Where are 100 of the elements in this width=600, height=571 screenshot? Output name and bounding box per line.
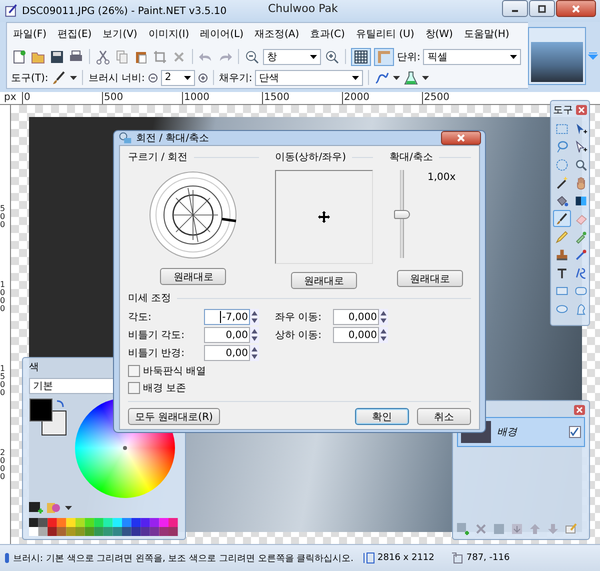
section-label: 구르기 / 회전 bbox=[128, 151, 188, 164]
palette-swatches[interactable] bbox=[29, 518, 179, 536]
hand-icon bbox=[574, 176, 588, 190]
close-icon bbox=[572, 4, 580, 12]
brush-icon bbox=[4, 552, 10, 564]
number-field[interactable]: 0,00 bbox=[204, 327, 250, 343]
caret-icon[interactable] bbox=[393, 76, 400, 80]
reset-button[interactable]: 원래대로 bbox=[160, 268, 226, 285]
section-label: 이동(상하/좌우) bbox=[274, 151, 346, 164]
grid-toggle[interactable] bbox=[351, 48, 371, 66]
menu-item[interactable]: 유틸리티 (U) bbox=[356, 27, 414, 42]
field-label: 좌우 이동: bbox=[275, 311, 323, 324]
section-label: 미세 조정 bbox=[128, 292, 172, 305]
unit-dropdown[interactable]: 픽셀 bbox=[423, 48, 522, 64]
close-button[interactable] bbox=[441, 131, 481, 145]
field-label: 비틀기 각도: bbox=[128, 329, 186, 342]
plus-icon[interactable] bbox=[198, 72, 208, 82]
image-thumbnail[interactable] bbox=[528, 26, 586, 84]
reset-all-button[interactable]: 모두 원래대로(R) bbox=[128, 408, 220, 425]
pan-area[interactable] bbox=[275, 170, 374, 264]
save-icon[interactable] bbox=[49, 48, 65, 64]
close-button[interactable] bbox=[556, 0, 596, 17]
fill-dropdown[interactable]: 단색 bbox=[255, 70, 364, 86]
crop-icon[interactable] bbox=[152, 48, 168, 64]
zoom-dropdown[interactable]: 창 bbox=[263, 48, 321, 64]
close-icon[interactable] bbox=[574, 405, 585, 415]
primary-secondary-color-icon[interactable] bbox=[29, 398, 69, 438]
menu-item[interactable]: 편집(E) bbox=[58, 27, 92, 42]
slider-thumb[interactable] bbox=[394, 210, 410, 218]
rulers-toggle[interactable] bbox=[374, 48, 394, 66]
flask-icon[interactable] bbox=[403, 70, 420, 86]
number-field[interactable]: 0,000 bbox=[333, 309, 379, 325]
new-file-icon[interactable] bbox=[11, 48, 27, 64]
caret-icon[interactable] bbox=[422, 76, 430, 80]
brush-width-dropdown[interactable]: 2 bbox=[160, 70, 195, 86]
section-label: 확대/축소 bbox=[389, 151, 433, 164]
number-field[interactable]: -7,00 bbox=[204, 309, 250, 325]
reset-button[interactable]: 원래대로 bbox=[397, 270, 464, 287]
paint-app-icon bbox=[4, 4, 18, 18]
menu-item[interactable]: 재조정(A) bbox=[254, 27, 300, 42]
move-icon bbox=[318, 211, 330, 223]
caret-icon[interactable] bbox=[70, 76, 78, 80]
cancel-button[interactable]: 취소 bbox=[417, 408, 471, 425]
spinner-arrows-icon[interactable] bbox=[250, 309, 259, 325]
ruler-icon bbox=[377, 50, 391, 64]
menu-item[interactable]: 이미지(I) bbox=[148, 27, 190, 42]
cut-icon[interactable] bbox=[95, 48, 111, 64]
arrow-plus-icon bbox=[574, 122, 588, 136]
ok-button[interactable]: 확인 bbox=[355, 408, 409, 425]
spinner-arrows-icon[interactable] bbox=[379, 327, 388, 343]
rotation-dial[interactable] bbox=[148, 170, 238, 260]
zoom-in-icon[interactable] bbox=[324, 48, 340, 64]
cursor-position-icon bbox=[451, 552, 464, 564]
menu-item[interactable]: 도움말(H) bbox=[464, 27, 510, 42]
menu-item[interactable]: 창(W) bbox=[425, 27, 453, 42]
spinner-arrows-icon[interactable] bbox=[250, 327, 259, 343]
tools-window-title: 도구 bbox=[553, 104, 573, 117]
spinner-arrows-icon[interactable] bbox=[379, 309, 388, 325]
zoom-out-icon[interactable] bbox=[244, 48, 260, 64]
zoom-value: 1,00x bbox=[427, 172, 456, 185]
status-hint: 브러시: 기본 색으로 그리려면 왼쪽을, 보조 색으로 그리려면 오른쪽을 클릭하십시오. bbox=[13, 552, 354, 564]
caret-icon bbox=[184, 76, 191, 80]
user-name: Chulwoo Pak bbox=[268, 2, 338, 15]
line-curve-icon bbox=[574, 266, 588, 280]
number-field[interactable]: 0,000 bbox=[333, 327, 379, 343]
dialog-title: 회전 / 확대/축소 bbox=[136, 132, 210, 145]
menu-item[interactable]: 레이어(L) bbox=[200, 27, 244, 42]
caret-icon bbox=[510, 54, 518, 58]
minus-icon[interactable] bbox=[148, 72, 158, 82]
unit-label: 단위: bbox=[397, 50, 420, 64]
recolor-icon bbox=[574, 248, 588, 262]
merge-down-icon[interactable] bbox=[511, 523, 523, 535]
add-color-icon[interactable] bbox=[29, 502, 43, 514]
grid-icon bbox=[354, 50, 368, 64]
paintbrush-icon[interactable] bbox=[51, 70, 68, 86]
tool-button[interactable] bbox=[553, 210, 571, 227]
reset-button[interactable]: 원래대로 bbox=[291, 272, 358, 289]
minimize-button[interactable] bbox=[502, 0, 528, 17]
dashed-rectangle-icon bbox=[555, 122, 569, 136]
maximize-button[interactable] bbox=[529, 0, 555, 17]
magic-wand-icon bbox=[555, 176, 569, 190]
magnifier-icon bbox=[118, 131, 132, 145]
maximize-icon bbox=[538, 4, 546, 12]
lasso-icon bbox=[555, 140, 569, 154]
field-label: 각도: bbox=[128, 311, 152, 324]
colors-window-title: 색 bbox=[29, 361, 39, 374]
pencil-icon bbox=[555, 230, 569, 244]
number-field[interactable]: 0,00 bbox=[204, 345, 250, 361]
layer-name: 배경 bbox=[497, 426, 518, 439]
paintbrush-icon bbox=[555, 212, 569, 226]
spinner-arrows-icon[interactable] bbox=[250, 345, 259, 361]
caret-icon[interactable] bbox=[65, 506, 72, 510]
layer-visibility-checkbox[interactable] bbox=[569, 426, 581, 438]
fill-label: 채우기: bbox=[218, 72, 252, 84]
menu-item[interactable]: 파일(F) bbox=[13, 27, 47, 42]
menu-item[interactable]: 보기(V) bbox=[102, 27, 138, 42]
close-icon[interactable] bbox=[576, 105, 587, 115]
checkbox[interactable]: 바둑판식 배열 bbox=[128, 364, 471, 378]
stamp-icon bbox=[555, 248, 569, 262]
menu-item[interactable]: 효과(C) bbox=[310, 27, 345, 42]
